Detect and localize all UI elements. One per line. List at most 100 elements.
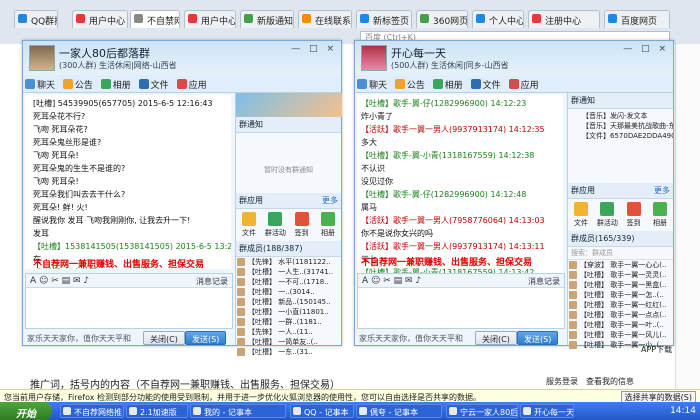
member-item[interactable]: 【穿波】 歌手一翼一心心(.. — [568, 260, 673, 270]
taskbar-item[interactable]: 开心每一天 — [520, 404, 574, 418]
app-checkin[interactable]: 签到 — [291, 212, 313, 238]
member-item[interactable]: 【吐槽】 歌手一翼一红红(.. — [568, 300, 673, 310]
tab-label: 新版通知 — [257, 17, 294, 27]
member-item[interactable]: 【吐槽】 一不可..(1718.. — [236, 277, 341, 287]
member-item[interactable]: 【吐槽】 新品..(150145.. — [236, 297, 341, 307]
member-item[interactable]: 【先锋】 水平(1181122.. — [236, 257, 341, 267]
member-item[interactable]: 【吐槽】 歌手一翼一风儿(.. — [568, 330, 673, 340]
member-item[interactable]: 【吐槽】 一..(3014.. — [236, 287, 341, 297]
browser-tab[interactable]: 个人中心 — [472, 10, 524, 28]
member-search[interactable]: 搜索：群成员 — [568, 247, 673, 260]
member-avatar — [569, 311, 577, 319]
apps-more-link[interactable]: 更多 — [654, 185, 670, 196]
member-item[interactable]: 【吐槽】 歌手一翼一黑盒(.. — [568, 280, 673, 290]
taskbar-item[interactable]: 我的 - 记事本 — [190, 404, 286, 418]
app-label: 群活动 — [264, 229, 286, 237]
history-link[interactable]: 消息记录 — [528, 276, 560, 287]
taskbar-item[interactable]: 2.1加速版 — [126, 404, 188, 418]
member-item[interactable]: 【吐槽】 一小直(11801.. — [236, 307, 341, 317]
group-title[interactable]: 一家人80后都落群 — [59, 45, 150, 61]
chat-message: 你不是说你女兴的吗 — [361, 229, 433, 238]
browser-tab-active[interactable]: 不自禁网... — [130, 10, 180, 28]
tab-album[interactable]: 相册 — [99, 75, 134, 93]
tab-files[interactable]: 文件 — [469, 75, 504, 93]
group-avatar[interactable] — [361, 45, 387, 71]
taskbar-item[interactable]: QQ - 记事本 — [290, 404, 354, 418]
taskbar-item[interactable]: 宁云一家人80后... — [446, 404, 518, 418]
group-avatar[interactable] — [29, 45, 55, 71]
app-checkin[interactable]: 签到 — [623, 202, 645, 228]
member-item[interactable]: 【吐槽】 一东..(31.. — [236, 347, 341, 357]
start-button[interactable]: 开始 — [0, 402, 52, 420]
message-input[interactable]: A ☺ ✂ ▤ ✉ ♪ 消息记录 — [25, 273, 233, 329]
member-item[interactable]: 【吐槽】 歌手一翼一点点(.. — [568, 310, 673, 320]
service-login-link[interactable]: 服务登录 — [546, 376, 578, 387]
input-tools[interactable]: A ☺ ✂ ▤ ✉ ♪ — [30, 276, 89, 286]
tab-notice[interactable]: 公告 — [61, 75, 96, 93]
member-avatar — [569, 331, 577, 339]
app-activity[interactable]: 群活动 — [264, 212, 286, 238]
tab-label: 相册 — [112, 81, 131, 91]
close-button[interactable]: 关闭(C) — [475, 331, 517, 345]
history-link[interactable]: 消息记录 — [196, 276, 228, 287]
browser-tab[interactable]: 360网页 — [416, 10, 468, 28]
input-tools[interactable]: A ☺ ✂ ▤ ✉ ♪ — [362, 276, 421, 286]
taskbar-item[interactable]: 偶夸 - 记事本 — [356, 404, 442, 418]
app-files[interactable]: 文件 — [238, 212, 260, 238]
chat-area: [吐槽] 54539905(657705) 2015-6-5 12:16:43 死… — [25, 95, 231, 269]
apps-more-link[interactable]: 更多 — [322, 195, 338, 206]
notice-item[interactable]: 【音乐】天那最美抗战歌曲-东兰.. — [570, 121, 673, 131]
notice-text: 【文件】6570DAE2DDA4902E19.. — [582, 132, 673, 140]
window-controls[interactable]: — □ × — [291, 44, 337, 54]
browser-tab[interactable]: 新版通知 — [240, 10, 294, 28]
member-item[interactable]: 【先锋】 一人..(11.. — [236, 327, 341, 337]
send-button[interactable]: 发送(S) — [185, 331, 227, 345]
tab-label: 聊天 — [369, 81, 388, 91]
window-controls[interactable]: — □ × — [623, 44, 669, 54]
notice-item[interactable]: 【音乐】发闪-发文本 — [570, 111, 673, 121]
group-title[interactable]: 开心每一天 — [391, 45, 446, 61]
tab-apps[interactable]: 应用 — [175, 75, 210, 93]
tab-chat[interactable]: 聊天 — [355, 75, 390, 93]
browser-tab[interactable]: 新标签页 — [356, 10, 412, 28]
browser-tab[interactable]: 用户中心 — [184, 10, 236, 28]
tab-album[interactable]: 相册 — [431, 75, 466, 93]
member-item[interactable]: 【吐槽】 歌手一翼一叶..(.. — [568, 320, 673, 330]
app-album[interactable]: 相册 — [317, 212, 339, 238]
app-label: 文件 — [574, 219, 588, 227]
send-button[interactable]: 发送(S) — [517, 331, 559, 345]
promo-banner[interactable] — [236, 93, 342, 117]
close-button[interactable]: 关闭(C) — [143, 331, 185, 345]
member-name: 【吐槽】 一简单友..(.. — [248, 338, 318, 346]
app-album[interactable]: 相册 — [649, 202, 671, 228]
member-item[interactable]: 【吐槽】 歌手一翼一小..(.. — [568, 340, 673, 350]
member-item[interactable]: 【吐槽】 歌手一翼一怎..(.. — [568, 290, 673, 300]
tab-notice[interactable]: 公告 — [393, 75, 428, 93]
member-item[interactable]: 【吐槽】 一群..(1181.. — [236, 317, 341, 327]
notice-item[interactable]: 【文件】6570DAE2DDA4902E19.. — [570, 131, 673, 141]
taskbar-item[interactable]: 不自荐网络推... — [60, 404, 124, 418]
browser-tab[interactable]: QQ群搜索 — [14, 10, 58, 28]
message-input[interactable]: A ☺ ✂ ▤ ✉ ♪ 消息记录 — [357, 273, 565, 329]
browser-tab[interactable]: 用户中心 — [72, 10, 128, 28]
page-icon — [420, 14, 429, 23]
member-avatar — [237, 318, 245, 326]
tab-files[interactable]: 文件 — [137, 75, 172, 93]
app-activity[interactable]: 群活动 — [596, 202, 618, 228]
tab-chat[interactable]: 聊天 — [23, 75, 58, 93]
member-item[interactable]: 【吐槽】 一简单友..(.. — [236, 337, 341, 347]
browser-tab[interactable]: 注册中心 — [528, 10, 600, 28]
apps-grid: 文件 群活动 签到 相册 — [568, 199, 673, 231]
member-name: 【吐槽】 歌手一翼一叶..(.. — [580, 321, 664, 329]
app-files[interactable]: 文件 — [570, 202, 592, 228]
browser-tab[interactable]: 在线联系 — [298, 10, 352, 28]
infobar-button[interactable]: 选择共享的数据(S) — [620, 391, 696, 402]
member-item[interactable]: 【吐槽】 一人生..(31741.. — [236, 267, 341, 277]
member-item[interactable]: 【吐槽】 歌手一翼一灵灵(.. — [568, 270, 673, 280]
browser-tab[interactable]: 百度网页 — [604, 10, 670, 28]
tab-apps[interactable]: 应用 — [507, 75, 542, 93]
group-side-panel: 群通知 暂时没有群通知 群应用 更多 文件 群活动 签到 相册 群成员(188/3… — [235, 93, 342, 356]
window-icon — [193, 407, 201, 415]
my-info-link[interactable]: 查看我的信息 — [586, 376, 634, 387]
member-avatar — [569, 301, 577, 309]
